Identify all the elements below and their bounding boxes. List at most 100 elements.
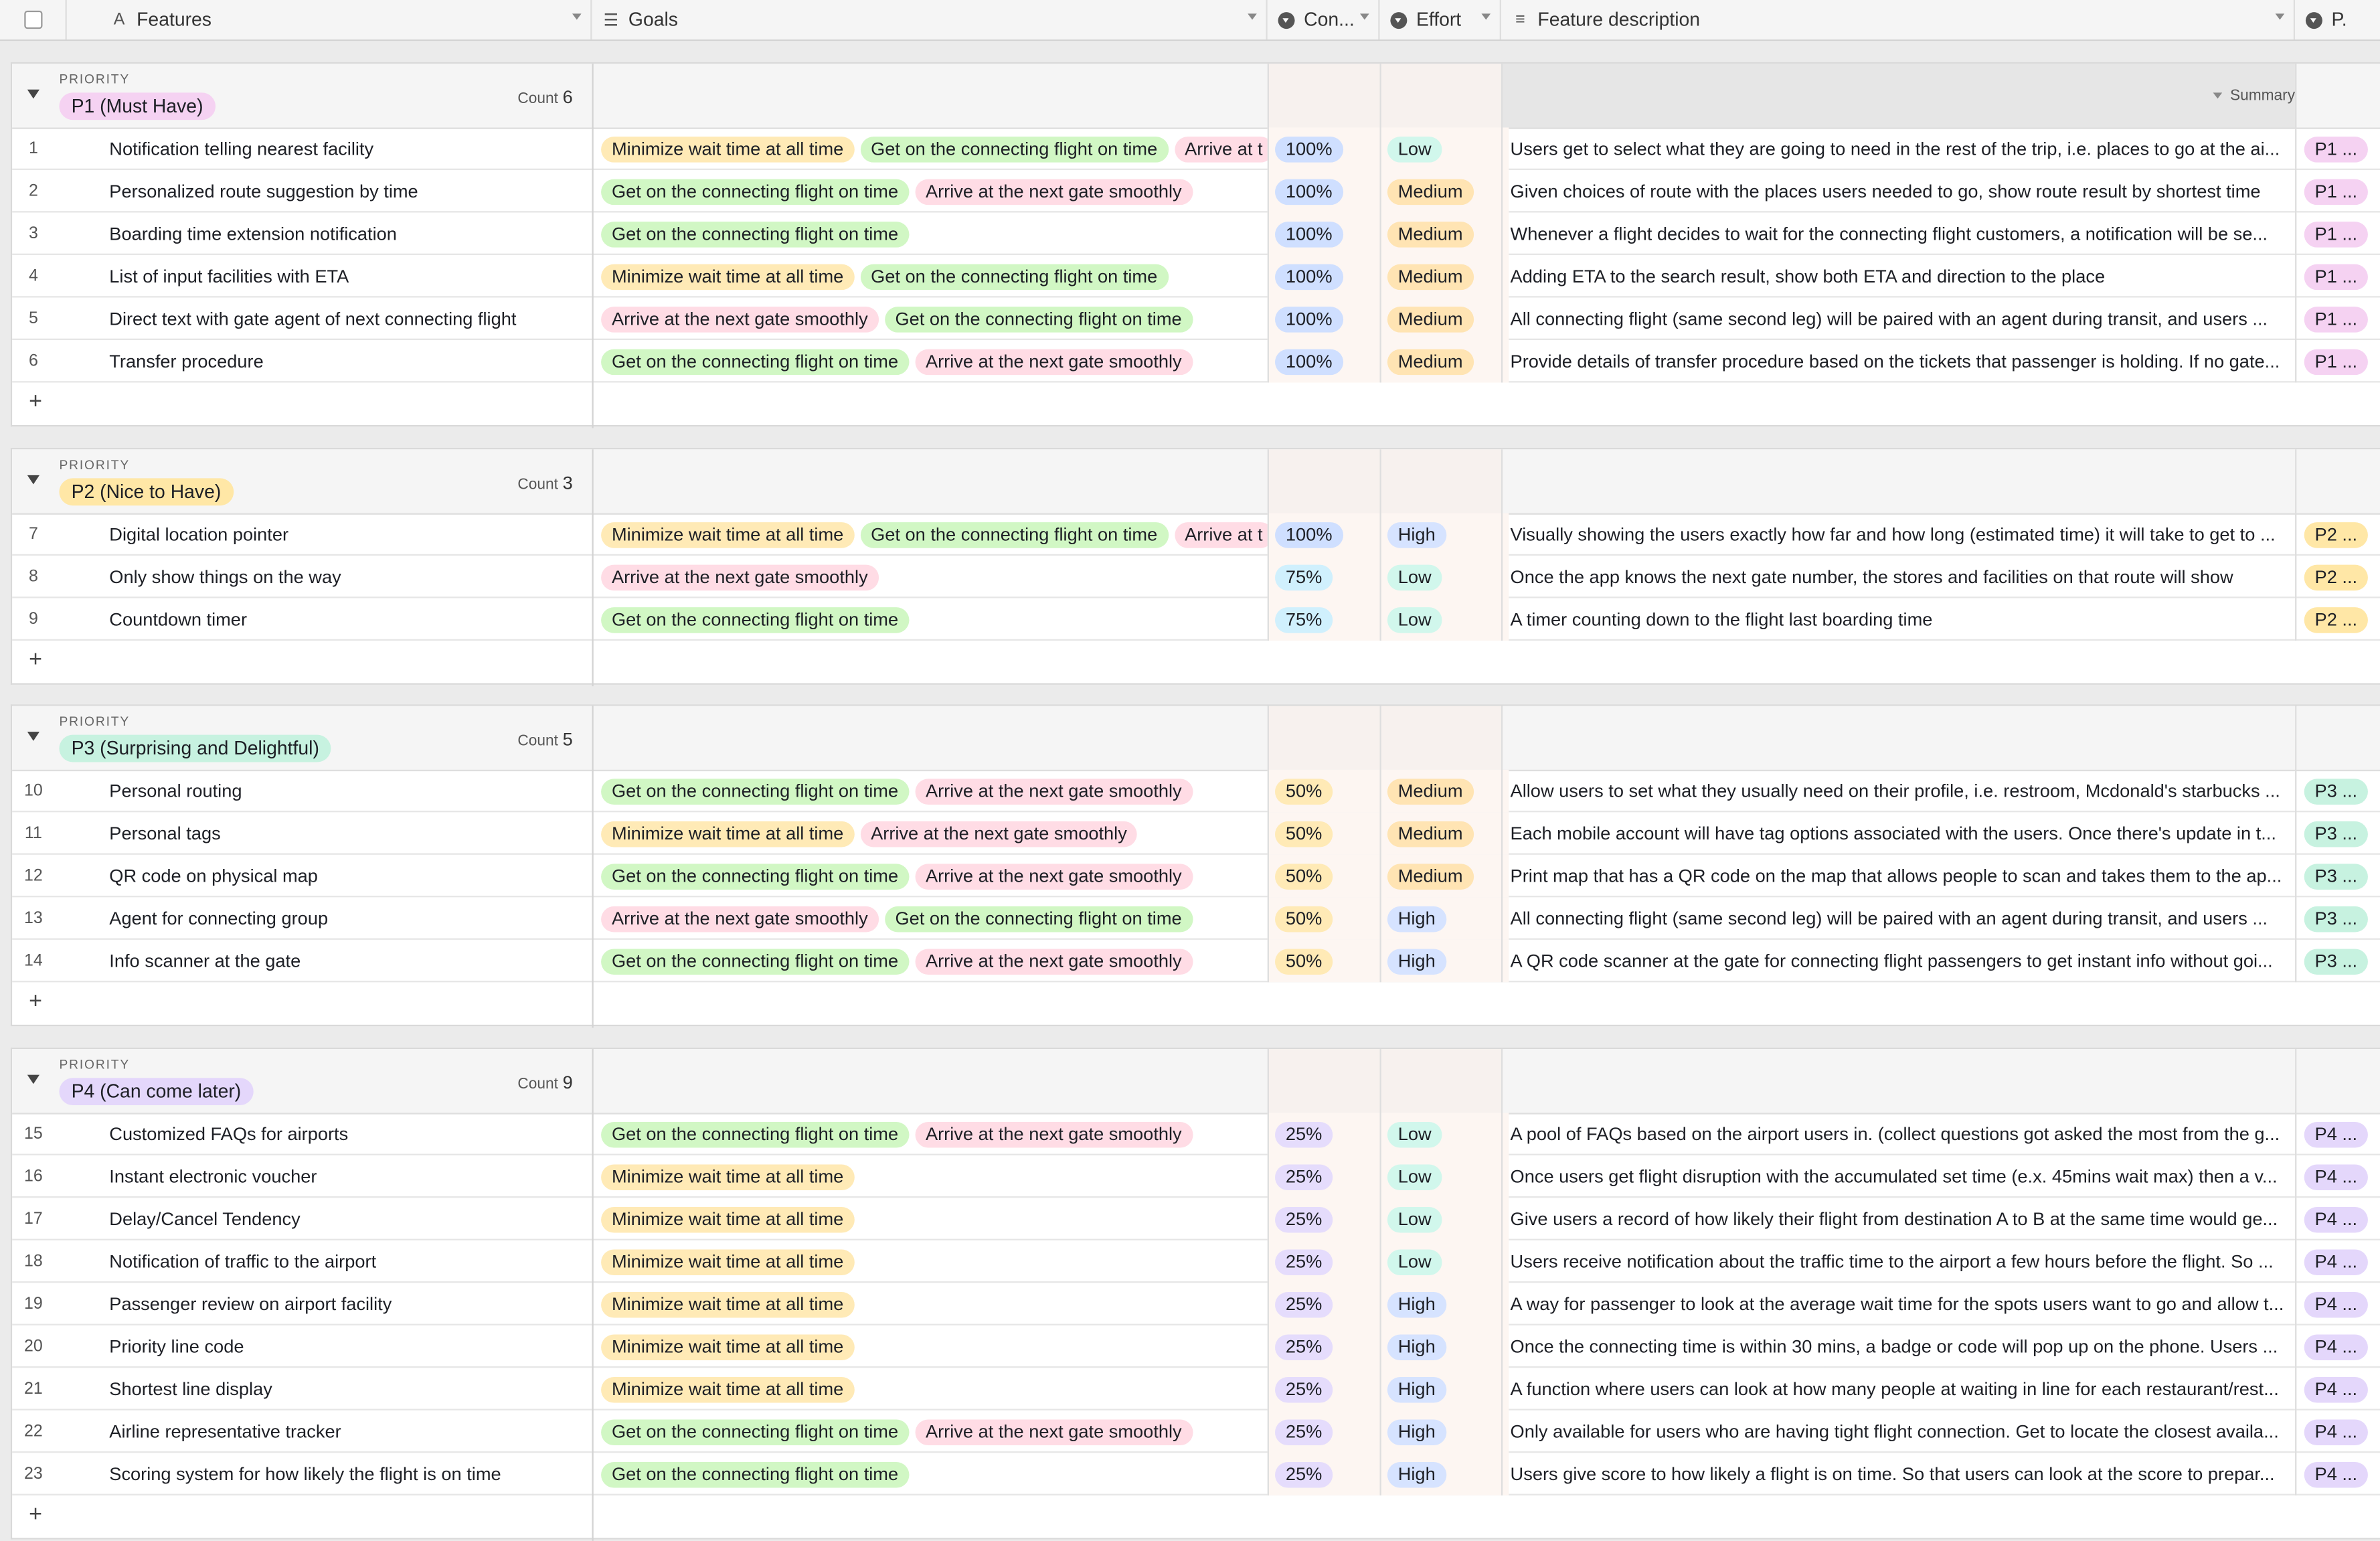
goals-cell[interactable]: Minimize wait time at all time xyxy=(595,1240,1274,1283)
feature-cell[interactable]: Transfer procedure xyxy=(109,340,592,383)
table-row[interactable]: 13 Agent for connecting group Arrive at th… xyxy=(12,897,2380,940)
priority-cell[interactable]: P4 ... xyxy=(2296,1240,2380,1283)
description-cell[interactable]: A way for passenger to look at the avera… xyxy=(1501,1283,2304,1325)
column-header-feature-description[interactable]: ≡ Feature description xyxy=(1501,0,2296,39)
table-row[interactable]: 20 Priority line code Minimize wait time a… xyxy=(12,1325,2380,1368)
table-row[interactable]: 4 List of input facilities with ETA Minimi… xyxy=(12,255,2380,298)
goals-cell[interactable]: Arrive at the next gate smoothly Get on t… xyxy=(595,298,1274,341)
summary-label[interactable]: Summary xyxy=(2213,88,2295,105)
confidence-cell[interactable]: 100% xyxy=(1267,170,1387,213)
confidence-cell[interactable]: 100% xyxy=(1267,297,1387,341)
chevron-down-icon[interactable] xyxy=(1481,13,1491,20)
feature-cell[interactable]: Info scanner at the gate xyxy=(109,940,592,983)
goals-cell[interactable]: Get on the connecting flight on time Arri… xyxy=(595,940,1274,983)
effort-cell[interactable]: Low xyxy=(1379,556,1509,598)
description-cell[interactable]: Allow users to set what they usually nee… xyxy=(1501,770,2304,813)
priority-cell[interactable]: P4 ... xyxy=(2296,1155,2380,1198)
goals-cell[interactable]: Minimize wait time at all time xyxy=(595,1155,1274,1198)
table-row[interactable]: 19 Passenger review on airport facility Mi… xyxy=(12,1283,2380,1325)
priority-cell[interactable]: P4 ... xyxy=(2296,1453,2380,1495)
goals-cell[interactable]: Minimize wait time at all time xyxy=(595,1325,1274,1368)
effort-cell[interactable]: Medium xyxy=(1379,854,1509,898)
effort-cell[interactable]: High xyxy=(1379,1368,1509,1410)
confidence-cell[interactable]: 25% xyxy=(1267,1240,1387,1283)
description-cell[interactable]: Adding ETA to the search result, show bo… xyxy=(1501,255,2304,298)
group-header[interactable]: PRIORITY P3 (Surprising and Delightful) Co… xyxy=(12,706,2380,772)
effort-cell[interactable]: High xyxy=(1379,513,1509,556)
goals-cell[interactable]: Minimize wait time at all time Get on the… xyxy=(595,128,1274,171)
table-row[interactable]: 17 Delay/Cancel Tendency Minimize wait tim… xyxy=(12,1198,2380,1240)
goals-cell[interactable]: Minimize wait time at all time Arrive at … xyxy=(595,812,1274,855)
add-record-row[interactable]: + xyxy=(12,641,2380,683)
feature-cell[interactable]: Passenger review on airport facility xyxy=(109,1283,592,1325)
add-record-button[interactable]: + xyxy=(29,1502,42,1528)
description-cell[interactable]: Give users a record of how likely their … xyxy=(1501,1198,2304,1240)
description-cell[interactable]: A pool of FAQs based on the airport user… xyxy=(1501,1113,2304,1155)
feature-cell[interactable]: Personal tags xyxy=(109,812,592,855)
table-row[interactable]: 16 Instant electronic voucher Minimize wai… xyxy=(12,1155,2380,1198)
confidence-cell[interactable]: 75% xyxy=(1267,598,1387,641)
description-cell[interactable]: Users give score to how likely a flight … xyxy=(1501,1453,2304,1495)
goals-cell[interactable]: Get on the connecting flight on time Arri… xyxy=(595,1410,1274,1453)
table-row[interactable]: 8 Only show things on the way Arrive at th… xyxy=(12,556,2380,598)
feature-cell[interactable]: Agent for connecting group xyxy=(109,897,592,940)
priority-cell[interactable]: P1 ... xyxy=(2296,340,2380,383)
feature-cell[interactable]: Only show things on the way xyxy=(109,556,592,598)
table-row[interactable]: 11 Personal tags Minimize wait time at all… xyxy=(12,812,2380,855)
effort-cell[interactable]: High xyxy=(1379,1410,1509,1453)
feature-cell[interactable]: Priority line code xyxy=(109,1325,592,1368)
select-all-checkbox[interactable] xyxy=(23,10,42,29)
priority-cell[interactable]: P3 ... xyxy=(2296,855,2380,898)
confidence-cell[interactable]: 100% xyxy=(1267,255,1387,298)
feature-cell[interactable]: Notification of traffic to the airport xyxy=(109,1240,592,1283)
feature-cell[interactable]: Instant electronic voucher xyxy=(109,1155,592,1198)
feature-cell[interactable]: Delay/Cancel Tendency xyxy=(109,1198,592,1240)
feature-cell[interactable]: Scoring system for how likely the flight… xyxy=(109,1453,592,1495)
table-row[interactable]: 5 Direct text with gate agent of next con… xyxy=(12,297,2380,341)
description-cell[interactable]: A function where users can look at how m… xyxy=(1501,1368,2304,1410)
priority-cell[interactable]: P1 ... xyxy=(2296,170,2380,213)
add-record-row[interactable]: + xyxy=(12,982,2380,1025)
collapse-triangle-icon[interactable] xyxy=(27,1074,39,1084)
confidence-cell[interactable]: 100% xyxy=(1267,127,1387,171)
effort-cell[interactable]: High xyxy=(1379,897,1509,940)
description-cell[interactable]: Provide details of transfer procedure ba… xyxy=(1501,340,2304,383)
confidence-cell[interactable]: 50% xyxy=(1267,897,1387,940)
description-cell[interactable]: All connecting flight (same second leg) … xyxy=(1501,897,2304,940)
add-record-button[interactable]: + xyxy=(29,988,42,1014)
effort-cell[interactable]: High xyxy=(1379,1283,1509,1325)
collapse-triangle-icon[interactable] xyxy=(27,732,39,741)
description-cell[interactable]: All connecting flight (same second leg) … xyxy=(1501,298,2304,341)
priority-cell[interactable]: P3 ... xyxy=(2296,770,2380,813)
feature-cell[interactable]: List of input facilities with ETA xyxy=(109,255,592,298)
table-row[interactable]: 14 Info scanner at the gate Get on the con… xyxy=(12,939,2380,983)
priority-cell[interactable]: P4 ... xyxy=(2296,1410,2380,1453)
chevron-down-icon[interactable] xyxy=(572,13,582,20)
effort-cell[interactable]: Low xyxy=(1379,1198,1509,1240)
goals-cell[interactable]: Get on the connecting flight on time Arri… xyxy=(595,170,1274,213)
effort-cell[interactable]: Medium xyxy=(1379,340,1509,383)
description-cell[interactable]: Whenever a flight decides to wait for th… xyxy=(1501,213,2304,256)
feature-cell[interactable]: Digital location pointer xyxy=(109,513,592,556)
priority-cell[interactable]: P3 ... xyxy=(2296,940,2380,983)
feature-cell[interactable]: Personalized route suggestion by time xyxy=(109,170,592,213)
effort-cell[interactable]: High xyxy=(1379,1325,1509,1368)
feature-cell[interactable]: Personal routing xyxy=(109,770,592,813)
confidence-cell[interactable]: 50% xyxy=(1267,854,1387,898)
goals-cell[interactable]: Arrive at the next gate smoothly xyxy=(595,556,1274,598)
goals-cell[interactable]: Get on the connecting flight on time Arri… xyxy=(595,855,1274,898)
confidence-cell[interactable]: 75% xyxy=(1267,556,1387,598)
group-header[interactable]: PRIORITY P1 (Must Have) Count 6 Summary xyxy=(12,64,2380,129)
effort-cell[interactable]: Medium xyxy=(1379,769,1509,813)
column-header-priority[interactable]: P. xyxy=(2295,0,2380,39)
goals-cell[interactable]: Arrive at the next gate smoothly Get on t… xyxy=(595,897,1274,940)
table-row[interactable]: 23 Scoring system for how likely the flig… xyxy=(12,1453,2380,1495)
feature-cell[interactable]: QR code on physical map xyxy=(109,855,592,898)
column-header-confidence[interactable]: Con... xyxy=(1268,0,1380,39)
effort-cell[interactable]: High xyxy=(1379,1453,1509,1495)
feature-cell[interactable]: Boarding time extension notification xyxy=(109,213,592,256)
table-row[interactable]: 21 Shortest line display Minimize wait tim… xyxy=(12,1368,2380,1410)
goals-cell[interactable]: Get on the connecting flight on time xyxy=(595,1453,1274,1495)
table-row[interactable]: 9 Countdown timer Get on the connecting fl… xyxy=(12,598,2380,641)
table-row[interactable]: 7 Digital location pointer Minimize wait t… xyxy=(12,513,2380,556)
